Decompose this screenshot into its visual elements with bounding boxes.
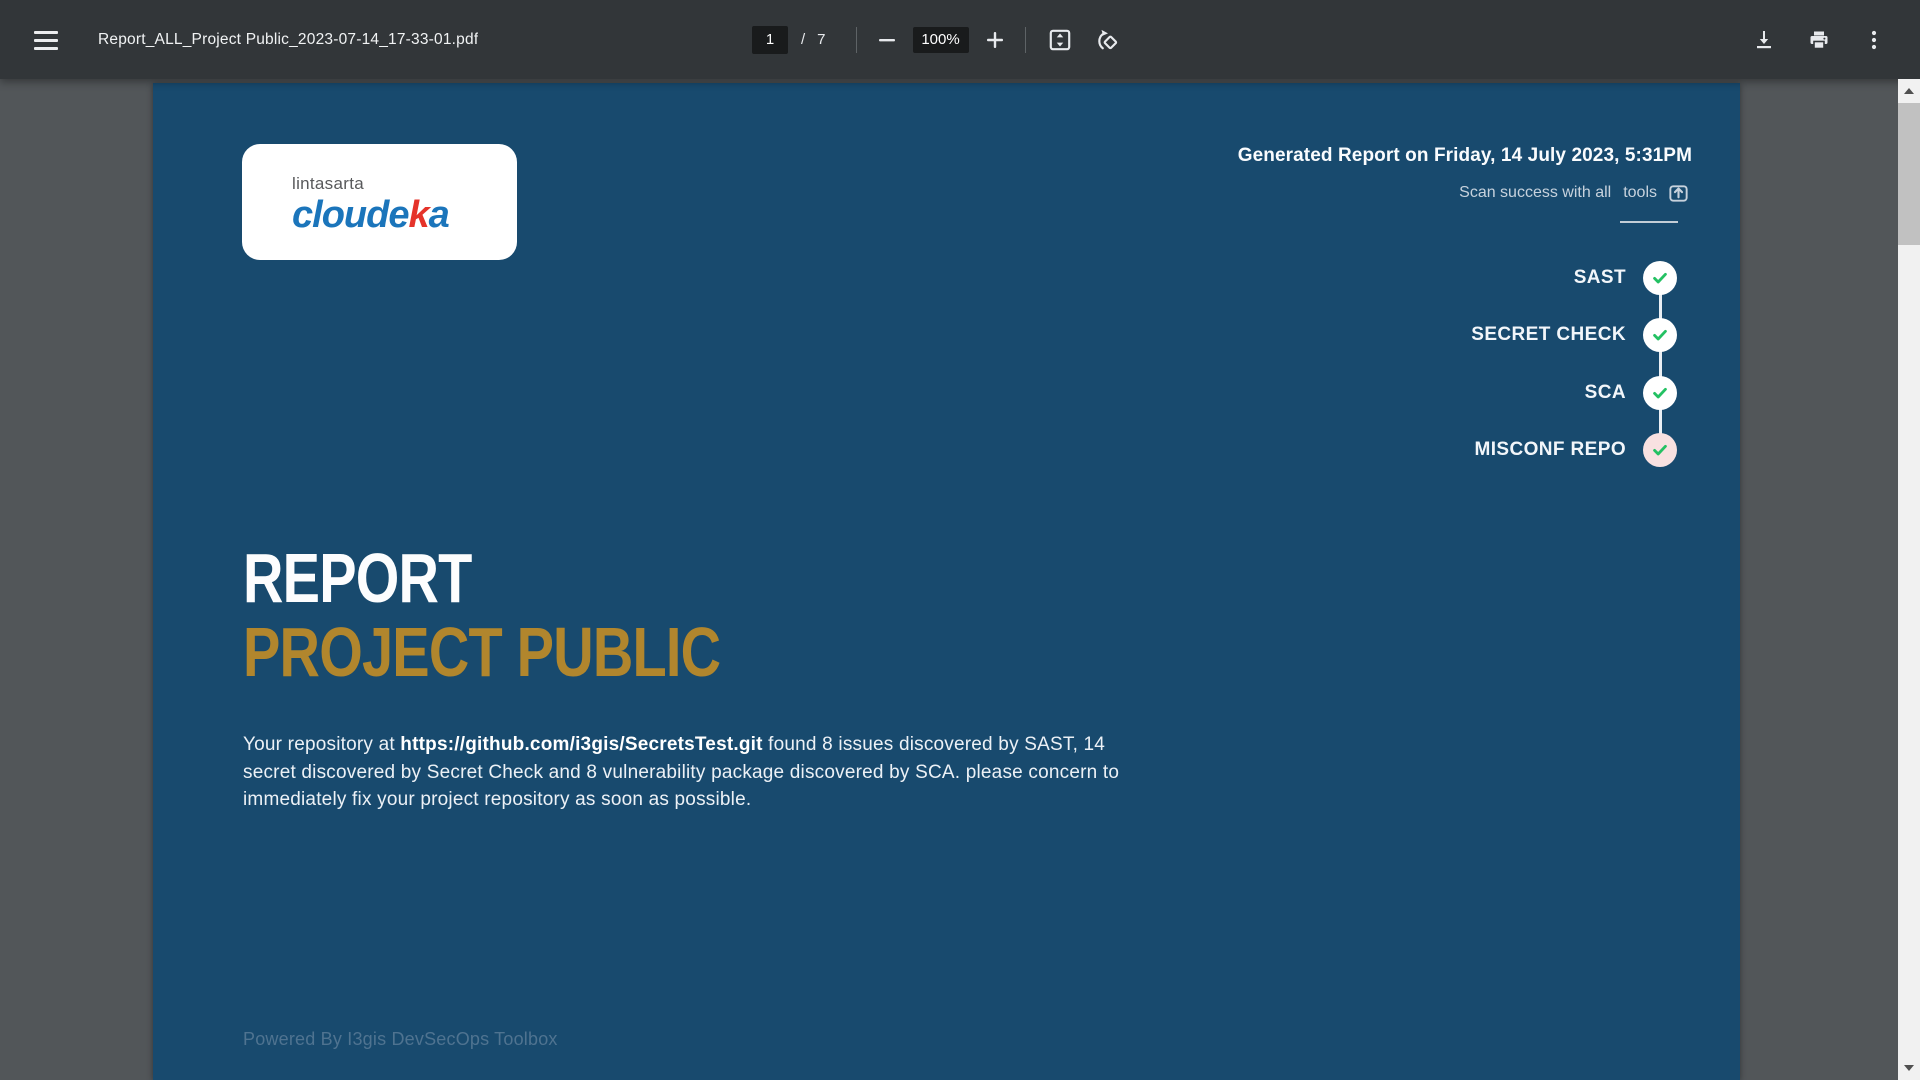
pdf-toolbar: Report_ALL_Project Public_2023-07-14_17-… [0,0,1920,79]
zoom-out-button[interactable] [867,20,907,60]
scroll-down-button[interactable] [1898,1056,1920,1080]
check-icon [1650,268,1670,288]
rotate-counterclockwise-icon [1095,27,1121,53]
timeline-label: MISCONF REPO [1474,439,1626,461]
hamburger-icon [34,31,58,50]
timeline-item-misconf-repo: MISCONF REPO [1471,422,1677,480]
check-circle [1643,261,1677,295]
powered-by-footer: Powered By I3gis DevSecOps Toolbox [243,1029,558,1050]
summary-line-2: secret discovered by Secret Check and 8 … [243,759,1119,787]
check-icon [1650,325,1670,345]
cloudeka-wordmark-red: k [408,194,428,236]
summary-text: found 8 issues discovered by SAST, 14 [763,734,1105,755]
page-separator: / [801,31,805,48]
timeline-label: SECRET CHECK [1471,324,1626,346]
toolbar-divider [1025,27,1026,53]
plus-icon [985,30,1005,50]
scrollbar-thumb[interactable] [1898,103,1920,245]
check-circle [1643,376,1677,410]
cloudeka-wordmark-blue: cloude [292,194,408,236]
download-icon [1752,28,1776,52]
print-icon [1807,28,1831,52]
zoom-level: 100% [913,27,969,53]
toolbar-right-controls [1744,0,1894,79]
tools-export-icon [1667,181,1690,204]
scan-timeline: SAST SECRET CHECK [1471,249,1677,479]
timeline-label: SCA [1585,382,1626,404]
report-summary-paragraph: Your repository at https://github.com/i3… [243,731,1119,814]
summary-line-3: immediately fix your project repository … [243,786,1119,814]
more-options-button[interactable] [1854,20,1894,60]
minus-icon [877,30,897,50]
summary-text: Your repository at [243,734,400,755]
zoom-in-button[interactable] [975,20,1015,60]
check-circle [1643,433,1677,467]
check-icon [1650,440,1670,460]
headline-project-name: PROJECT PUBLIC [243,615,720,689]
timeline-item-secret-check: SECRET CHECK [1471,307,1677,365]
timeline-item-sca: SCA [1471,364,1677,422]
toolbar-center-controls: / 7 100% [752,0,1128,79]
pdf-page-1: lintasarta cloudeka Generated Report on … [153,83,1740,1080]
scan-underline-divider [1620,221,1678,223]
cloudeka-logo: lintasarta cloudeka [292,174,449,237]
more-vertical-icon [1862,28,1886,52]
timeline-item-sast: SAST [1471,249,1677,307]
report-headline: REPORT PROJECT PUBLIC [243,541,720,689]
scroll-up-icon [1904,88,1914,94]
rotate-button[interactable] [1088,20,1128,60]
vertical-scrollbar[interactable] [1898,79,1920,1080]
lintasarta-wordmark: lintasarta [292,174,449,194]
cloudeka-wordmark: cloudeka [292,195,449,237]
document-title: Report_ALL_Project Public_2023-07-14_17-… [98,0,478,79]
page-total-count: 7 [817,31,825,48]
cloudeka-logo-card: lintasarta cloudeka [242,144,517,260]
toolbar-divider [856,27,857,53]
pdf-viewport: lintasarta cloudeka Generated Report on … [0,79,1898,1080]
repository-url: https://github.com/i3gis/SecretsTest.git [400,734,762,755]
scan-tools-label: tools [1623,184,1657,202]
scroll-down-icon [1904,1065,1914,1071]
check-icon [1650,383,1670,403]
cloudeka-wordmark-blue-end: a [429,194,449,236]
print-button[interactable] [1799,20,1839,60]
headline-report: REPORT [243,541,720,615]
scan-status-text: Scan success with all [1459,184,1611,202]
fit-to-page-button[interactable] [1040,20,1080,60]
download-button[interactable] [1744,20,1784,60]
scan-status-line: Scan success with all tools [1459,181,1690,204]
page-number-input[interactable] [752,26,788,54]
menu-button[interactable] [26,20,66,60]
timeline-label: SAST [1574,267,1626,289]
fit-to-page-icon [1047,27,1073,53]
scroll-up-button[interactable] [1898,79,1920,103]
check-circle [1643,318,1677,352]
generated-report-line: Generated Report on Friday, 14 July 2023… [1238,145,1692,167]
summary-line-1: Your repository at https://github.com/i3… [243,731,1119,759]
